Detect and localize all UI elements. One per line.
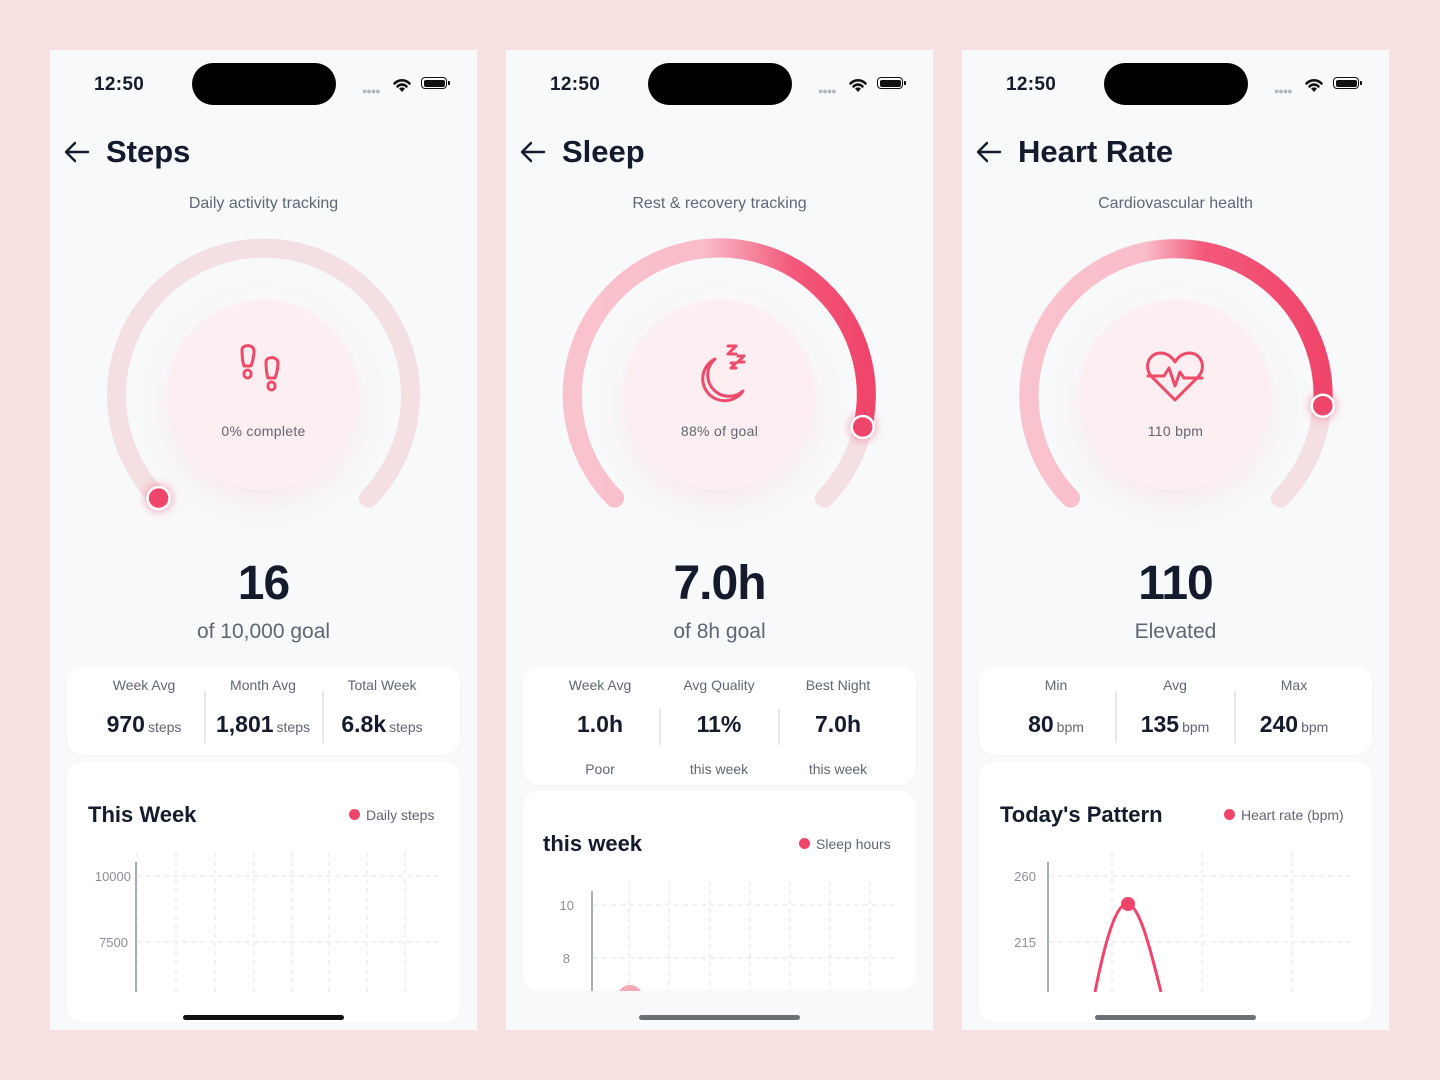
stat-value: 970 steps bbox=[106, 711, 182, 737]
stat-unit: bpm bbox=[1301, 719, 1329, 735]
stat-label: Week Avg bbox=[568, 677, 632, 693]
stats-card: Week Avg 1.0h Poor Avg Quality 11% this … bbox=[523, 667, 916, 785]
weekly-chart-card: This Week Daily steps 10000 7500 bbox=[67, 762, 460, 1022]
gauge-handle bbox=[1310, 393, 1336, 418]
cellular-signal-icon: ●●●● bbox=[362, 86, 381, 96]
status-time: 12:50 bbox=[1006, 74, 1057, 95]
steps-screen: 12:50 ●●●● Steps Daily activity tracking… bbox=[50, 50, 477, 1030]
battery-icon bbox=[877, 77, 906, 89]
stat-unit: steps bbox=[147, 719, 182, 735]
stat-unit: steps bbox=[276, 719, 311, 735]
gauge-caption: 110 bpm bbox=[1147, 423, 1204, 439]
sleep-screen: 12:50 ●●●● Sleep Rest & recovery trackin… bbox=[506, 50, 933, 1030]
y-tick-label: 10000 bbox=[95, 869, 131, 884]
page-subtitle: Rest & recovery tracking bbox=[632, 195, 807, 212]
page-title: Sleep bbox=[562, 134, 645, 169]
legend-label: Heart rate (bpm) bbox=[1241, 807, 1344, 823]
gauge-caption: 88% of goal bbox=[680, 423, 759, 439]
chart-title: This Week bbox=[88, 802, 197, 827]
steps-chart: 10000 7500 bbox=[95, 852, 442, 992]
chart-title: this week bbox=[543, 831, 643, 856]
legend-label: Sleep hours bbox=[816, 836, 891, 852]
y-tick-label: 10 bbox=[560, 898, 574, 913]
wifi-icon bbox=[393, 79, 411, 92]
stats-card: Week Avg 970 steps Month Avg 1,801 steps T… bbox=[67, 667, 460, 755]
stat-note: this week bbox=[689, 761, 749, 777]
back-arrow-icon[interactable] bbox=[62, 138, 92, 166]
status-time: 12:50 bbox=[550, 74, 601, 95]
back-arrow-icon[interactable] bbox=[518, 138, 548, 166]
battery-icon bbox=[1333, 77, 1362, 89]
heart-pulse-icon bbox=[1146, 351, 1204, 402]
gauge-caption: 0% complete bbox=[221, 423, 306, 439]
stat-label: Week Avg bbox=[112, 677, 176, 693]
heart-rate-chart: 260 215 bbox=[1014, 852, 1354, 992]
stat-label: Total Week bbox=[347, 677, 417, 693]
moon-sleep-icon bbox=[701, 344, 746, 403]
home-indicator[interactable] bbox=[639, 1015, 800, 1020]
stat-label: Month Avg bbox=[230, 677, 296, 693]
stat-value: 7.0h bbox=[814, 711, 862, 737]
wifi-icon bbox=[1305, 79, 1323, 92]
footprints-icon bbox=[240, 344, 280, 392]
stat-value: 135 bpm bbox=[1140, 711, 1210, 737]
gauge-handle bbox=[146, 485, 171, 511]
legend-dot bbox=[349, 809, 360, 820]
cellular-signal-icon: ●●●● bbox=[1274, 86, 1293, 96]
legend-dot bbox=[1224, 809, 1235, 820]
sleep-value: 7.0h bbox=[673, 557, 766, 610]
status-time: 12:50 bbox=[94, 74, 145, 95]
stat-unit: bpm bbox=[1056, 719, 1084, 735]
stat-value: 80 bpm bbox=[1028, 711, 1084, 737]
stat-note: this week bbox=[808, 761, 868, 777]
dynamic-island bbox=[648, 63, 792, 105]
page-subtitle: Cardiovascular health bbox=[1098, 195, 1253, 212]
pattern-chart-card: Today's Pattern Heart rate (bpm) 260 215 bbox=[979, 762, 1372, 1022]
steps-goal: of 10,000 goal bbox=[196, 620, 331, 643]
stat-unit: bpm bbox=[1182, 719, 1210, 735]
stat-value: 11% bbox=[696, 711, 742, 737]
dynamic-island bbox=[192, 63, 336, 105]
stat-unit: steps bbox=[389, 719, 423, 735]
stat-label: Min bbox=[1044, 677, 1068, 693]
heart-rate-screen: 12:50 ●●●● Heart Rate Cardiovascular hea… bbox=[962, 50, 1389, 1030]
home-indicator[interactable] bbox=[183, 1015, 344, 1020]
stat-label: Avg bbox=[1163, 677, 1187, 693]
wifi-icon bbox=[849, 79, 867, 92]
page-title: Steps bbox=[106, 134, 191, 169]
y-tick-label: 8 bbox=[563, 951, 570, 966]
y-tick-label: 260 bbox=[1014, 869, 1036, 884]
steps-value: 16 bbox=[237, 557, 290, 610]
cellular-signal-icon: ●●●● bbox=[818, 86, 837, 96]
heart-rate-status: Elevated bbox=[1134, 620, 1217, 643]
heart-rate-value: 110 bbox=[1138, 557, 1213, 610]
battery-icon bbox=[421, 77, 450, 89]
chart-title: Today's Pattern bbox=[1000, 802, 1163, 827]
page-subtitle: Daily activity tracking bbox=[188, 195, 339, 212]
stat-label: Max bbox=[1280, 677, 1308, 693]
sleep-chart: 10 8 bbox=[560, 881, 898, 991]
weekly-chart-card: this week Sleep hours 10 8 bbox=[523, 791, 916, 991]
page-title: Heart Rate bbox=[1018, 134, 1174, 169]
legend-dot bbox=[799, 838, 810, 849]
y-tick-label: 7500 bbox=[99, 935, 128, 950]
back-arrow-icon[interactable] bbox=[974, 138, 1004, 166]
heart-rate-line bbox=[1093, 902, 1163, 992]
stat-note: Poor bbox=[585, 761, 615, 777]
stat-value: 240 bpm bbox=[1259, 711, 1329, 737]
stat-value: 6.8k steps bbox=[341, 711, 423, 737]
stat-label: Avg Quality bbox=[683, 677, 755, 693]
data-point bbox=[1121, 897, 1135, 911]
data-point bbox=[619, 985, 641, 991]
stats-card: Min 80 bpm Avg 135 bpm Max 240 bpm bbox=[979, 667, 1372, 755]
dynamic-island bbox=[1104, 63, 1248, 105]
stat-value: 1.0h bbox=[576, 711, 624, 737]
y-tick-label: 215 bbox=[1014, 935, 1036, 950]
home-indicator[interactable] bbox=[1095, 1015, 1256, 1020]
legend-label: Daily steps bbox=[366, 807, 435, 823]
stat-value: 1,801 steps bbox=[215, 711, 311, 737]
sleep-goal: of 8h goal bbox=[673, 620, 766, 643]
stat-label: Best Night bbox=[805, 677, 871, 693]
